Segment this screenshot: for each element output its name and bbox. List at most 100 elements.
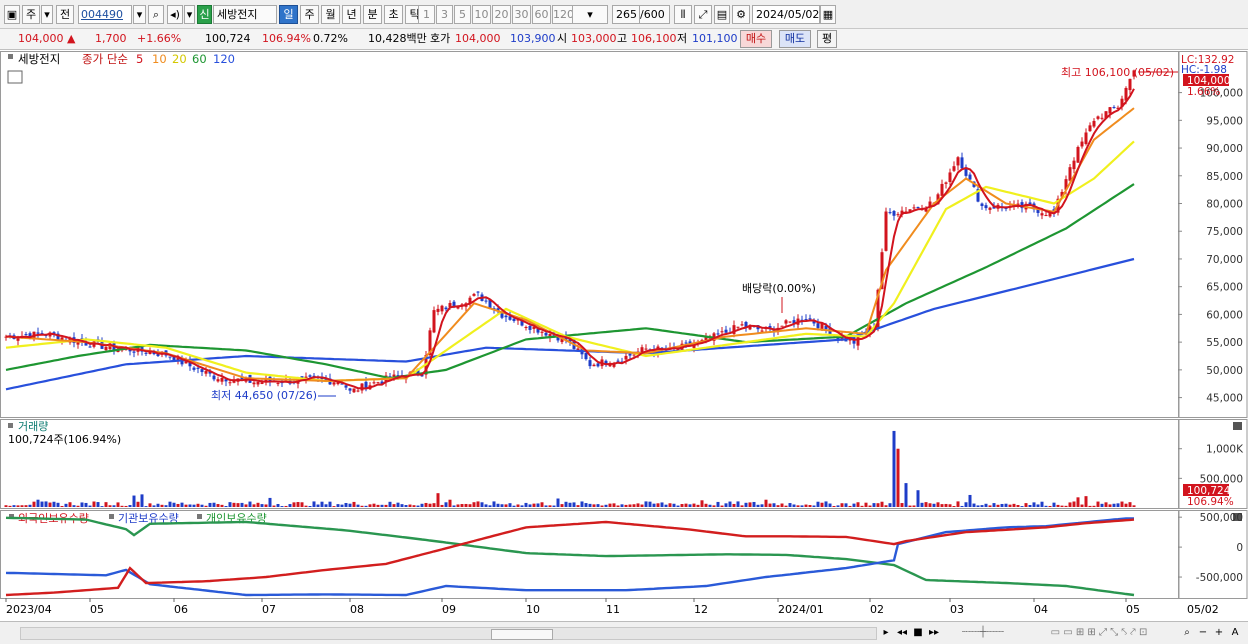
volume-bar	[956, 501, 960, 507]
candle-body	[200, 369, 204, 373]
volume-bar	[192, 504, 196, 507]
volume-bar	[1060, 505, 1064, 507]
zoom-in-icon[interactable]: +	[1212, 625, 1226, 640]
interval-tab-120[interactable]: 120	[552, 5, 574, 24]
rewind-icon[interactable]: ◂◂	[896, 625, 908, 640]
volume-bar	[348, 503, 352, 507]
search-icon[interactable]: ⌕	[148, 5, 164, 24]
volume-bar	[960, 505, 964, 507]
volume-bar	[756, 504, 760, 507]
scroll-thumb[interactable]	[491, 629, 553, 640]
interval-custom-select[interactable]: ▾	[572, 5, 608, 24]
period-tab-2[interactable]: 월	[321, 5, 340, 24]
volume-bar	[492, 501, 496, 507]
period-tab-3[interactable]: 년	[342, 5, 361, 24]
candle-body	[308, 375, 312, 377]
candle-type-icon[interactable]: ⫴	[674, 5, 692, 24]
speaker-icon[interactable]: ◂)	[167, 5, 183, 24]
save-icon[interactable]: ▤	[714, 5, 730, 24]
volume-bar	[932, 503, 936, 507]
candle-body	[916, 206, 920, 208]
volume-bar	[480, 502, 484, 507]
period-tab-1[interactable]: 주	[300, 5, 319, 24]
period-tab-0[interactable]: 일	[279, 5, 298, 24]
calendar-icon[interactable]: ▦	[820, 5, 836, 24]
x-axis-label-8: 12	[694, 603, 708, 616]
candle-body	[356, 390, 360, 392]
scroll-right-icon[interactable]: ▸	[880, 625, 892, 640]
count-input[interactable]: 265	[612, 5, 640, 24]
volume-bar	[364, 505, 368, 507]
volume-bar	[456, 504, 460, 507]
candle-body	[592, 364, 596, 367]
zoom-out-icon[interactable]: −	[1196, 625, 1210, 640]
period-tab-5[interactable]: 초	[384, 5, 403, 24]
volume-bar	[708, 504, 712, 507]
volume-bar	[124, 505, 128, 507]
volume-bar	[20, 505, 24, 507]
market-dropdown-icon[interactable]: ▾	[41, 5, 53, 24]
period-tab-4[interactable]: 분	[363, 5, 382, 24]
interval-tab-20[interactable]: 20	[492, 5, 511, 24]
interval-tab-5[interactable]: 5	[454, 5, 471, 24]
volume-bar	[220, 504, 224, 507]
volume-bar	[448, 499, 452, 507]
scroll-track[interactable]	[20, 627, 877, 640]
price-axis-label: 80,000	[1206, 199, 1243, 211]
volume-bar	[1112, 503, 1116, 507]
magnifier-icon[interactable]: ⌕	[1180, 625, 1194, 640]
volume-bar	[588, 503, 592, 507]
interval-tab-3[interactable]: 3	[436, 5, 453, 24]
candle-body	[892, 211, 896, 216]
speaker-dropdown-icon[interactable]: ▾	[184, 5, 195, 24]
volume-bar	[1052, 502, 1056, 507]
volume-bar	[1008, 504, 1012, 507]
volume-bar	[388, 501, 392, 507]
low-label: 저	[677, 32, 688, 45]
volume-bar	[776, 505, 780, 507]
sell-button[interactable]: 매도	[779, 30, 811, 48]
fast-forward-icon[interactable]: ▸▸	[928, 625, 940, 640]
volume-bar	[444, 502, 448, 507]
volume-bar	[508, 503, 512, 507]
candle-body	[132, 351, 136, 353]
x-axis-label-2: 06	[174, 603, 188, 616]
stock-chart[interactable]: 45,000 50,000 55,000 60,000 65,000 70,000 75,0…	[0, 51, 1248, 621]
volume-bar	[416, 505, 420, 507]
draw-tool-icon[interactable]: ⤢	[694, 5, 712, 24]
stock-code-input[interactable]: 004490	[78, 5, 132, 24]
code-dropdown-icon[interactable]: ▾	[133, 5, 146, 24]
buy-button[interactable]: 매수	[740, 30, 772, 48]
gear-icon[interactable]: ⚙	[732, 5, 750, 24]
font-size-icon[interactable]: A	[1228, 625, 1242, 640]
zoom-slider[interactable]: ┄┄┄┼┄┄┄	[948, 625, 1018, 640]
volume-bar	[984, 503, 988, 507]
candle-body	[1072, 160, 1076, 170]
candle-body	[1084, 132, 1088, 144]
volume-bar	[296, 502, 300, 507]
interval-tab-10[interactable]: 10	[472, 5, 491, 24]
prev-button[interactable]: 전	[56, 5, 74, 24]
candle-body	[440, 305, 444, 312]
interval-tab-30[interactable]: 30	[512, 5, 531, 24]
volume-bar	[200, 504, 204, 507]
volume-bar	[836, 505, 840, 507]
stop-icon[interactable]: ■	[912, 625, 924, 640]
date-input[interactable]: 2024/05/02	[752, 5, 820, 24]
interval-tab-1[interactable]: 1	[418, 5, 435, 24]
candle-body	[344, 385, 348, 388]
candle-body	[788, 321, 792, 323]
volume-bar	[1072, 501, 1076, 507]
average-button[interactable]: 평	[817, 30, 837, 48]
layout-icon[interactable]: ▣	[4, 5, 20, 24]
interval-tab-60[interactable]: 60	[532, 5, 551, 24]
volume-bar	[604, 504, 608, 507]
candle-body	[348, 388, 352, 391]
volume-bar	[112, 505, 116, 507]
volume-bar	[832, 505, 836, 507]
drawing-tools-icon[interactable]: ▭ ▭ ⊞ ⊞ ⤢ ⤡ ⤣ ⤤ ⊡	[1024, 625, 1174, 640]
market-select[interactable]: 주	[22, 5, 40, 24]
candle-body	[944, 182, 948, 184]
candle-body	[1080, 141, 1084, 147]
volume-bar	[80, 502, 84, 507]
